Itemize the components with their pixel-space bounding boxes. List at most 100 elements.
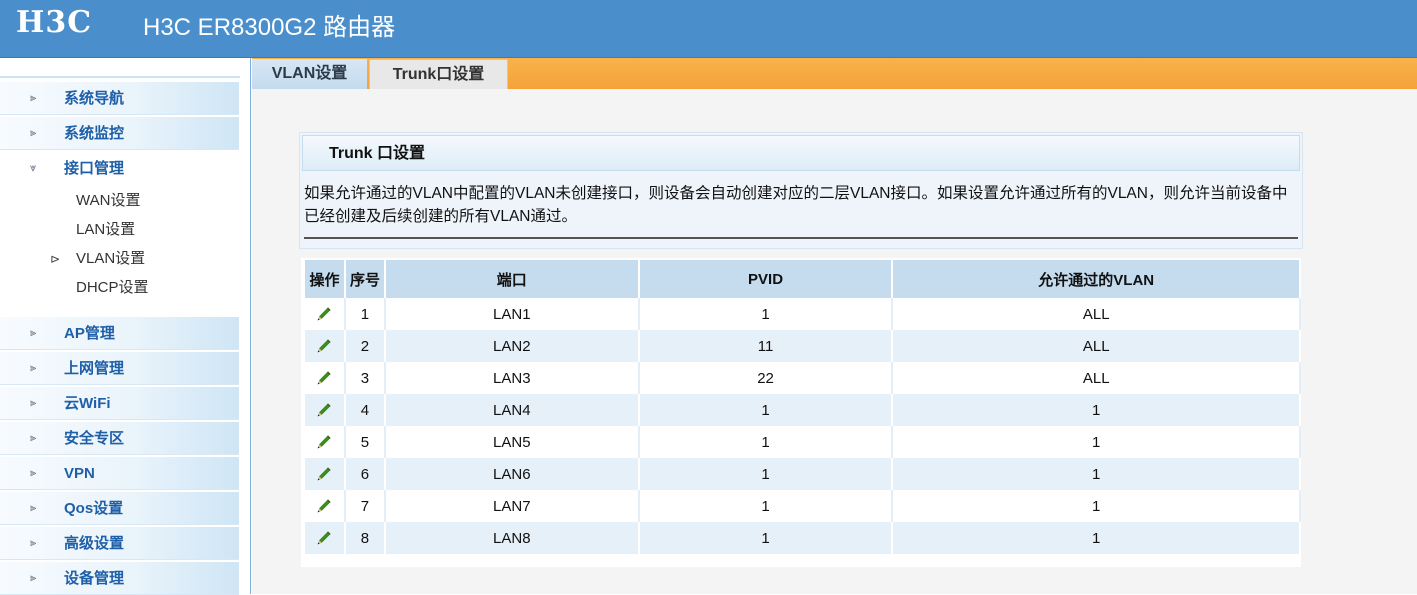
port-cell: LAN3 — [384, 362, 640, 394]
sidebar-item-internet-management[interactable]: ⫸ 上网管理 — [0, 352, 239, 385]
sidebar-subitem-label: VLAN设置 — [76, 250, 146, 267]
pvid-cell: 1 — [638, 522, 894, 554]
selected-marker-icon: ⊳ — [50, 252, 61, 266]
arrow-right-icon: ⫸ — [30, 91, 37, 104]
sidebar-item-label: 高级设置 — [64, 535, 125, 552]
sidebar-item-label: 设备管理 — [64, 570, 125, 587]
port-cell: LAN4 — [384, 394, 640, 426]
arrow-down-icon: ⩔ — [30, 161, 37, 174]
tab-vlan-settings[interactable]: VLAN设置 — [252, 59, 367, 89]
sidebar-item-system-monitor[interactable]: ⫸ 系统监控 — [0, 117, 239, 150]
sidebar-item-security[interactable]: ⫸ 安全专区 — [0, 422, 239, 455]
port-cell: LAN2 — [384, 330, 640, 362]
port-cell: LAN1 — [384, 298, 640, 330]
tab-trunk-settings[interactable]: Trunk口设置 — [369, 59, 508, 89]
sidebar-item-label: 系统导航 — [64, 90, 125, 107]
sidebar-subitem-vlan[interactable]: ⊳ VLAN设置 — [0, 244, 239, 273]
allowed-vlan-cell: ALL — [892, 330, 1301, 362]
port-cell: LAN7 — [384, 490, 640, 522]
panel-title-bar: Trunk 口设置 — [302, 135, 1300, 171]
header-seq: 序号 — [344, 260, 386, 298]
operation-cell — [305, 490, 346, 522]
pvid-cell: 1 — [638, 458, 894, 490]
trunk-settings-panel: Trunk 口设置 如果允许通过的VLAN中配置的VLAN未创建接口，则设备会自… — [299, 132, 1303, 249]
pencil-icon[interactable] — [315, 465, 333, 483]
arrow-right-icon: ⫸ — [30, 536, 37, 549]
arrow-right-icon: ⫸ — [30, 501, 37, 514]
pencil-icon[interactable] — [315, 529, 333, 547]
pencil-icon[interactable] — [315, 433, 333, 451]
header-pvid: PVID — [638, 260, 894, 298]
pvid-cell: 1 — [638, 426, 894, 458]
sidebar-item-qos[interactable]: ⫸ Qos设置 — [0, 492, 239, 525]
sidebar-menu: ⫸ 系统导航 ⫸ 系统监控 ⩔ 接口管理 WAN设置 LAN设置 ⊳ VLAN设… — [0, 58, 251, 595]
sidebar-subitem-lan[interactable]: LAN设置 — [0, 215, 239, 244]
tab-bar: VLAN设置 Trunk口设置 — [252, 58, 1417, 89]
sidebar-item-device-management[interactable]: ⫸ 设备管理 — [0, 562, 239, 595]
pencil-icon[interactable] — [315, 497, 333, 515]
table-body: 1 LAN1 1 ALL 2 LAN2 11 ALL 3 LAN3 22 ALL 4 LAN4 1 1 5 LAN… — [305, 298, 1301, 554]
h3c-logo: H3C — [16, 5, 93, 40]
allowed-vlan-cell: 1 — [892, 522, 1301, 554]
arrow-right-icon: ⫸ — [30, 361, 37, 374]
pvid-cell: 11 — [638, 330, 894, 362]
seq-cell: 2 — [344, 330, 386, 362]
table-row: 2 LAN2 11 ALL — [305, 330, 1301, 362]
allowed-vlan-cell: ALL — [892, 362, 1301, 394]
sidebar-item-label: Qos设置 — [64, 500, 124, 517]
panel-description: 如果允许通过的VLAN中配置的VLAN未创建接口，则设备会自动创建对应的二层VL… — [304, 185, 1288, 225]
seq-cell: 4 — [344, 394, 386, 426]
pencil-icon[interactable] — [315, 369, 333, 387]
sidebar-subitem-label: LAN设置 — [76, 221, 136, 238]
table-row: 5 LAN5 1 1 — [305, 426, 1301, 458]
app-header: H3C H3C ER8300G2 路由器 — [0, 0, 1417, 58]
sidebar-item-label: 上网管理 — [64, 360, 125, 377]
main-content: VLAN设置 Trunk口设置 Trunk 口设置 如果允许通过的VLAN中配置… — [252, 58, 1417, 594]
operation-cell — [305, 330, 346, 362]
allowed-vlan-cell: 1 — [892, 426, 1301, 458]
sidebar-subitem-dhcp[interactable]: DHCP设置 — [0, 273, 239, 302]
port-cell: LAN6 — [384, 458, 640, 490]
operation-cell — [305, 458, 346, 490]
sidebar-divider — [0, 76, 240, 78]
sidebar-subitem-label: WAN设置 — [76, 192, 141, 209]
table-row: 1 LAN1 1 ALL — [305, 298, 1301, 330]
table-row: 7 LAN7 1 1 — [305, 490, 1301, 522]
table-row: 4 LAN4 1 1 — [305, 394, 1301, 426]
table-row: 8 LAN8 1 1 — [305, 522, 1301, 554]
sidebar-item-advanced[interactable]: ⫸ 高级设置 — [0, 527, 239, 560]
sidebar-item-ap-management[interactable]: ⫸ AP管理 — [0, 317, 239, 350]
pvid-cell: 1 — [638, 394, 894, 426]
sidebar-subitem-label: DHCP设置 — [76, 279, 149, 296]
pencil-icon[interactable] — [315, 305, 333, 323]
table-header-row: 操作 序号 端口 PVID 允许通过的VLAN — [305, 260, 1301, 298]
pencil-icon[interactable] — [315, 401, 333, 419]
trunk-table: 操作 序号 端口 PVID 允许通过的VLAN 1 LAN1 1 ALL 2 LAN2 11… — [305, 260, 1301, 554]
header-port: 端口 — [384, 260, 640, 298]
allowed-vlan-cell: 1 — [892, 490, 1301, 522]
pencil-icon[interactable] — [315, 337, 333, 355]
arrow-right-icon: ⫸ — [30, 126, 37, 139]
arrow-right-icon: ⫸ — [30, 466, 37, 479]
pvid-cell: 22 — [638, 362, 894, 394]
product-title: H3C ER8300G2 路由器 — [143, 14, 396, 41]
header-operation: 操作 — [305, 260, 346, 298]
allowed-vlan-cell: 1 — [892, 458, 1301, 490]
sidebar-item-interface-management[interactable]: ⩔ 接口管理 — [0, 152, 239, 185]
sidebar-item-label: VPN — [64, 465, 95, 482]
sidebar-item-cloud-wifi[interactable]: ⫸ 云WiFi — [0, 387, 239, 420]
seq-cell: 1 — [344, 298, 386, 330]
panel-divider — [304, 237, 1298, 239]
panel-title: Trunk 口设置 — [329, 145, 426, 162]
pvid-cell: 1 — [638, 490, 894, 522]
sidebar-subitem-wan[interactable]: WAN设置 — [0, 186, 239, 215]
sidebar-item-system-nav[interactable]: ⫸ 系统导航 — [0, 82, 239, 115]
sidebar-item-vpn[interactable]: ⫸ VPN — [0, 457, 239, 490]
seq-cell: 8 — [344, 522, 386, 554]
header-allowed-vlan: 允许通过的VLAN — [892, 260, 1301, 298]
pvid-cell: 1 — [638, 298, 894, 330]
operation-cell — [305, 362, 346, 394]
operation-cell — [305, 522, 346, 554]
table-row: 6 LAN6 1 1 — [305, 458, 1301, 490]
sidebar-item-label: 接口管理 — [64, 160, 125, 177]
